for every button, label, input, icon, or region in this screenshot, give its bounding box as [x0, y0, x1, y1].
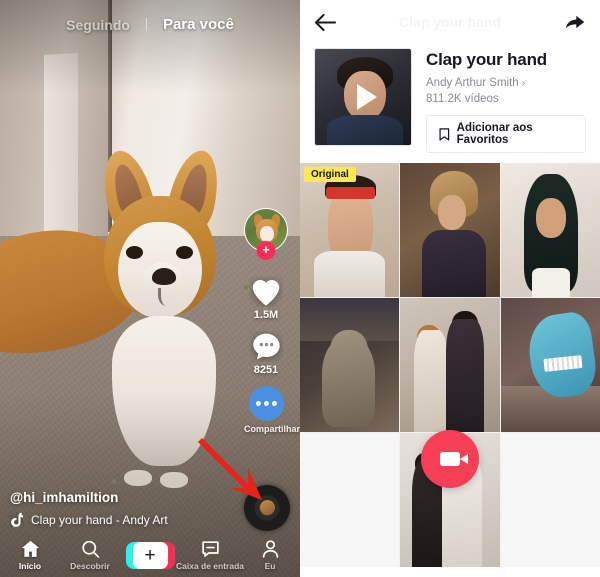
- follow-plus-badge[interactable]: +: [256, 241, 276, 260]
- tab-separator: [145, 18, 147, 31]
- sound-video-count: 811.2K vídeos: [426, 93, 499, 105]
- person-icon: [262, 540, 278, 558]
- nav-item-descobrir[interactable]: Descobrir: [60, 539, 120, 571]
- create-plus-icon[interactable]: +: [125, 541, 175, 569]
- heart-icon: [252, 279, 280, 306]
- sound-detail-pane[interactable]: Clap your hand Clap your hand Andy Arthu…: [300, 0, 600, 577]
- video-feed-pane[interactable]: Seguindo Para você + 1.5M 8251 Compartil…: [0, 0, 300, 577]
- nav-label-inicio: Início: [18, 561, 42, 571]
- sound-artist-name: Andy Arthur Smith: [426, 77, 519, 89]
- share-dots-icon: [248, 386, 284, 421]
- sound-name: Clap your hand: [426, 50, 547, 69]
- tab-para-voce[interactable]: Para você: [163, 16, 234, 33]
- like-button[interactable]: 1.5M: [249, 276, 283, 321]
- play-triangle-icon: [357, 84, 377, 110]
- nav-label-descobrir: Descobrir: [70, 561, 110, 571]
- add-to-favorites-label: Adicionar aos Favoritos: [456, 122, 533, 146]
- grid-cell-6[interactable]: [500, 298, 600, 432]
- sound-cover-thumbnail[interactable]: [314, 48, 412, 146]
- sound-page-header: Clap your hand: [300, 0, 600, 44]
- share-arrow-icon[interactable]: [564, 12, 586, 32]
- add-to-favorites-button[interactable]: Adicionar aos Favoritos: [426, 115, 586, 153]
- tab-seguindo[interactable]: Seguindo: [66, 17, 130, 33]
- feed-tab-bar: Seguindo Para você: [0, 16, 300, 33]
- nav-label-eu: Eu: [264, 561, 276, 571]
- grid-cell-1[interactable]: Original: [300, 163, 400, 297]
- comment-button[interactable]: 8251: [250, 331, 283, 376]
- sound-meta: Clap your hand Andy Arthur Smith › 811.2…: [412, 48, 586, 153]
- comment-bubble-icon: [252, 333, 280, 360]
- video-camera-icon: [440, 452, 468, 466]
- music-note-icon: [11, 512, 23, 527]
- nav-item-caixa-de-entrada[interactable]: Caixa de entrada: [176, 539, 244, 571]
- back-arrow-icon[interactable]: [314, 13, 337, 32]
- sound-title: Clap your hand - Andy Art: [31, 512, 168, 527]
- bottom-nav-bar: Início Descobrir + Caixa de entrada Eu: [0, 533, 300, 577]
- nav-item-eu[interactable]: Eu: [240, 539, 300, 571]
- original-badge: Original: [304, 167, 356, 182]
- app-screenshot: Seguindo Para você + 1.5M 8251 Compartil…: [0, 0, 600, 577]
- sound-row[interactable]: Clap your hand - Andy Art: [10, 512, 246, 527]
- header-title-faded: Clap your hand: [399, 14, 501, 30]
- sound-info-block: Clap your hand Andy Arthur Smith › 811.2…: [300, 44, 600, 163]
- grid-cell-5[interactable]: [400, 298, 500, 432]
- comment-count: 8251: [253, 364, 279, 376]
- share-button[interactable]: Compartilhar: [244, 386, 300, 435]
- home-icon: [21, 540, 39, 557]
- inbox-message-icon: [201, 541, 219, 557]
- nav-item-inicio[interactable]: Início: [0, 539, 60, 571]
- search-icon: [81, 540, 99, 558]
- sound-video-grid: Original: [300, 163, 600, 567]
- author-avatar-button[interactable]: +: [244, 208, 288, 260]
- bookmark-icon: [439, 127, 450, 141]
- chevron-right-icon: ›: [521, 78, 526, 89]
- record-video-button[interactable]: [421, 430, 479, 488]
- action-rail: + 1.5M 8251 Compartilhar: [241, 208, 300, 445]
- nav-item-create[interactable]: +: [120, 541, 180, 569]
- create-plus-glyph: +: [132, 541, 168, 569]
- grid-cell-3[interactable]: [500, 163, 600, 297]
- grid-cell-2[interactable]: [400, 163, 500, 297]
- grid-cell-4[interactable]: [300, 298, 400, 432]
- nav-label-caixa-de-entrada: Caixa de entrada: [175, 561, 245, 571]
- like-count: 1.5M: [253, 309, 279, 321]
- sound-artist-link[interactable]: Andy Arthur Smith ›: [426, 77, 586, 89]
- red-arrow-annotation: [198, 438, 262, 500]
- grid-cell-7[interactable]: [300, 433, 400, 567]
- grid-cell-9[interactable]: [500, 433, 600, 567]
